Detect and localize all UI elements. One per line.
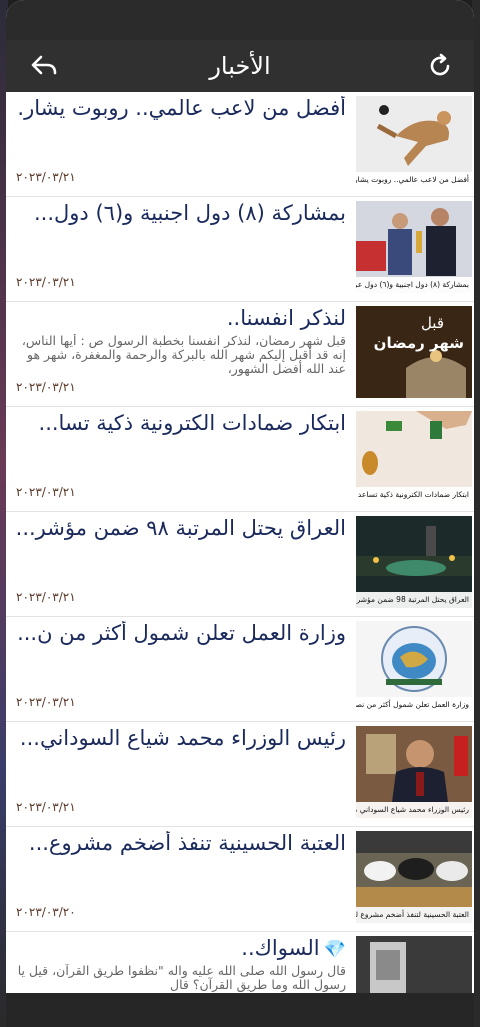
news-item[interactable]: قبل شهر رمضان لنذكر انفسنا.. قبل شهر رمض… (6, 302, 474, 407)
news-item[interactable]: 💎السواك.. قال رسول الله صلى الله عليه وا… (6, 932, 474, 993)
app-window: الأخبار أفضل من لاعب عالمي.. روبوت يشارك… (6, 0, 474, 1027)
news-thumbnail: رئيس الوزراء محمد شياع السوداني معزياً ب… (356, 726, 472, 818)
news-item[interactable]: العراق يحتل المرتبة 98 ضمن مؤشر السعادة … (6, 512, 474, 617)
news-date: ٢٠٢٣/٠٣/٢١ (16, 590, 76, 604)
news-list[interactable]: أفضل من لاعب عالمي.. روبوت يشارك في أفضل… (6, 92, 474, 993)
thumbnail-caption: وزارة العمل تعلن شمول أكثر من نصف مليون (356, 697, 472, 713)
news-thumbnail (356, 936, 472, 993)
news-description: قبل شهر رمضان، لنذكر انفسنا بخطبة الرسول… (21, 334, 346, 376)
news-title: لنذكر انفسنا.. (226, 306, 346, 330)
news-title: العتبة الحسينية تنفذ أضخم مشروع... (28, 831, 346, 855)
navigation-bar (6, 993, 474, 1027)
news-date: ٢٠٢٣/٠٣/٢١ (16, 695, 76, 709)
thumbnail-caption: رئيس الوزراء محمد شياع السوداني معزياً ب… (356, 802, 472, 818)
quran-book-image (356, 936, 472, 993)
thumbnail-caption: بمشاركة (٨) دول اجنبية و(٦) دول عربية.. … (356, 277, 472, 293)
news-title: ابتكار ضمادات الكترونية ذكية تسا... (38, 411, 346, 435)
news-thumbnail: وزارة العمل تعلن شمول أكثر من نصف مليون (356, 621, 472, 713)
thumbnail-caption: ابتكار ضمادات الكترونية ذكية تساعد على ا… (356, 487, 472, 503)
news-date: ٢٠٢٣/٠٣/٢١ (16, 485, 76, 499)
thumbnail-caption: العتبة الحسينية لتنفذ أضخم مشروع للثروة (356, 907, 472, 923)
news-title: وزارة العمل تعلن شمول أكثر من ن... (17, 621, 346, 645)
thumbnail-text: قبل (420, 314, 444, 332)
gem-icon: 💎 (323, 939, 346, 960)
news-description: قال رسول الله صلى الله عليه واله "نظفوا … (17, 964, 346, 992)
news-date: ٢٠٢٣/٠٣/٢١ (16, 800, 76, 814)
news-date: ٢٠٢٣/٠٣/٢٠ (16, 905, 76, 919)
news-thumbnail: بمشاركة (٨) دول اجنبية و(٦) دول عربية.. … (356, 201, 472, 293)
news-thumbnail: العراق يحتل المرتبة 98 ضمن مؤشر السعادة (356, 516, 472, 608)
news-item[interactable]: رئيس الوزراء محمد شياع السوداني معزياً ب… (6, 722, 474, 827)
app-bar: الأخبار (6, 40, 474, 92)
news-thumbnail: قبل شهر رمضان (356, 306, 472, 398)
news-title-text: السواك.. (241, 936, 320, 960)
news-thumbnail: ابتكار ضمادات الكترونية ذكية تساعد على ا… (356, 411, 472, 503)
news-thumbnail: العتبة الحسينية لتنفذ أضخم مشروع للثروة (356, 831, 472, 923)
back-button[interactable] (28, 50, 60, 82)
news-item[interactable]: بمشاركة (٨) دول اجنبية و(٦) دول عربية.. … (6, 197, 474, 302)
ramadan-lantern-image (356, 306, 472, 398)
thumbnail-text: شهر رمضان (373, 334, 464, 352)
news-item[interactable]: ابتكار ضمادات الكترونية ذكية تساعد على ا… (6, 407, 474, 512)
refresh-button[interactable] (424, 50, 456, 82)
status-bar (6, 0, 474, 40)
news-thumbnail: أفضل من لاعب عالمي.. روبوت يشارك في (356, 96, 472, 188)
thumbnail-caption: أفضل من لاعب عالمي.. روبوت يشارك في (356, 172, 472, 188)
news-title: بمشاركة (٨) دول اجنبية و(٦) دول... (34, 201, 346, 225)
news-date: ٢٠٢٣/٠٣/٢١ (16, 275, 76, 289)
news-title: 💎السواك.. (16, 936, 346, 960)
news-title: أفضل من لاعب عالمي.. روبوت يشار... (16, 96, 346, 120)
refresh-icon (430, 53, 450, 76)
news-date: ٢٠٢٣/٠٣/٢١ (16, 380, 76, 394)
news-item[interactable]: أفضل من لاعب عالمي.. روبوت يشارك في أفضل… (6, 92, 474, 197)
news-title: رئيس الوزراء محمد شياع السوداني... (19, 726, 346, 750)
news-date: ٢٠٢٣/٠٣/٢١ (16, 170, 76, 184)
news-item[interactable]: وزارة العمل تعلن شمول أكثر من نصف مليون … (6, 617, 474, 722)
news-item[interactable]: العتبة الحسينية لتنفذ أضخم مشروع للثروة … (6, 827, 474, 932)
page-title: الأخبار (209, 52, 271, 80)
news-title: العراق يحتل المرتبة ٩٨ ضمن مؤشر... (16, 516, 346, 540)
back-arrow-icon (31, 55, 57, 75)
thumbnail-caption: العراق يحتل المرتبة 98 ضمن مؤشر السعادة (356, 592, 472, 608)
